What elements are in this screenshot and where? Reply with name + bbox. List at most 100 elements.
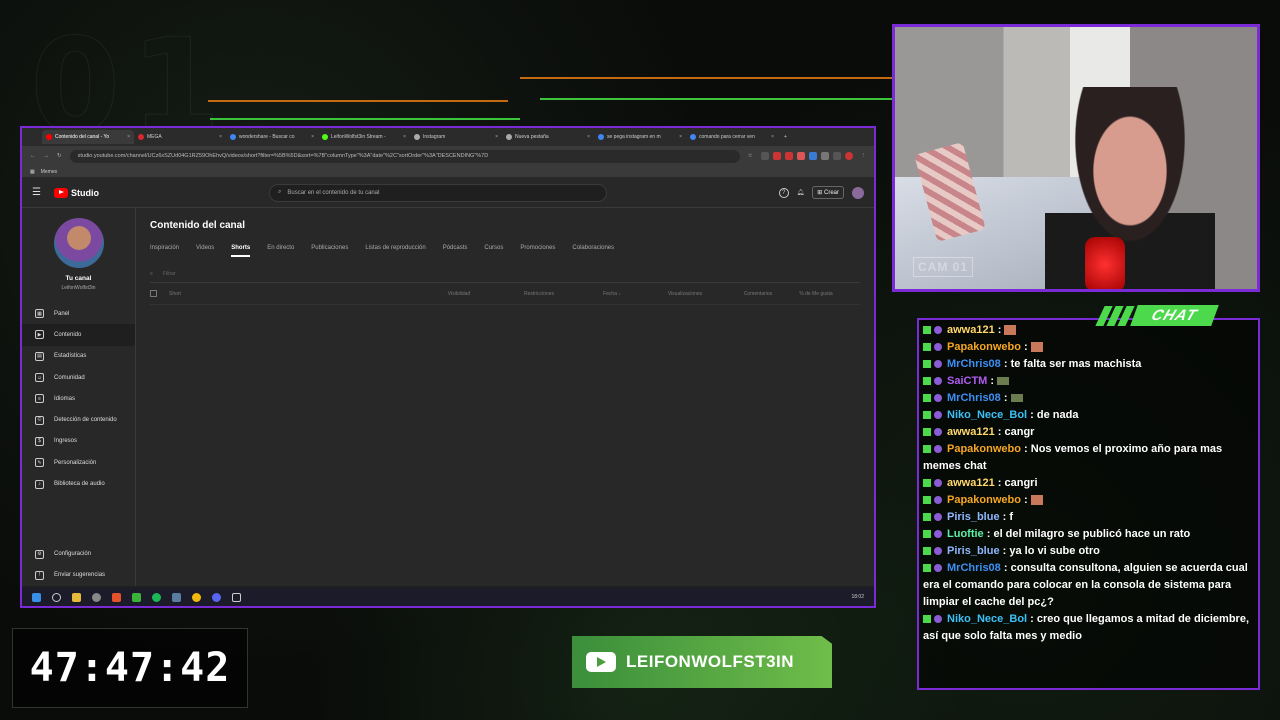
chat-username[interactable]: Papakonwebo — [947, 443, 1021, 455]
chat-username[interactable]: awwa121 — [947, 324, 995, 336]
chat-username[interactable]: Niko_Nece_Bol — [947, 409, 1027, 421]
browser-menu-icon[interactable]: ⋮ — [861, 153, 867, 159]
sidebar-item[interactable]: ✎ Personalización — [22, 452, 135, 473]
app-icon[interactable] — [232, 592, 241, 602]
back-icon[interactable]: ← — [30, 153, 36, 159]
sidebar-item[interactable]: ⚙ Configuración — [22, 543, 135, 564]
help-icon[interactable]: ? — [778, 187, 789, 198]
extension-icon[interactable] — [772, 152, 781, 160]
app-icon[interactable] — [132, 592, 141, 602]
browser-tab[interactable]: Nueva pestaña × — [502, 130, 594, 144]
close-tab-icon[interactable]: × — [127, 134, 130, 140]
chat-username[interactable]: Niko_Nece_Bol — [947, 613, 1027, 625]
account-avatar[interactable] — [852, 186, 864, 199]
chat-username[interactable]: Piris_blue — [947, 511, 1000, 523]
sidebar-item[interactable]: ▤ Estadísticas — [22, 346, 135, 367]
brave-icon[interactable] — [112, 592, 121, 602]
browser-tab[interactable]: LeifonWolfst3in Stream - × — [318, 130, 410, 144]
bookmark-item[interactable]: Memes — [41, 169, 57, 175]
file-explorer-icon[interactable] — [72, 592, 81, 602]
filter-icon[interactable]: ≡ — [150, 271, 153, 277]
forward-icon[interactable]: → — [44, 153, 50, 159]
content-tab[interactable]: En directo — [267, 245, 294, 257]
notifications-icon[interactable]: 🔔︎ — [797, 189, 805, 196]
chat-username[interactable]: SaiCTM — [947, 375, 987, 387]
search-icon[interactable] — [52, 592, 61, 602]
create-button[interactable]: ⊞ Crear — [812, 186, 844, 199]
steam-icon[interactable] — [172, 592, 181, 602]
column-header[interactable]: Fecha ↓ — [579, 291, 645, 297]
content-tab[interactable]: Promociones — [520, 245, 555, 257]
chat-username[interactable]: Papakonwebo — [947, 341, 1021, 353]
extension-icon[interactable] — [796, 152, 805, 160]
chat-username[interactable]: Papakonwebo — [947, 494, 1021, 506]
content-tab[interactable]: Publicaciones — [311, 245, 348, 257]
chat-username[interactable]: Luoftie — [947, 528, 984, 540]
search-input[interactable]: ⌕ Buscar en el contenido de tu canal — [269, 183, 607, 202]
bookmark-star-icon[interactable]: ☆ — [748, 153, 753, 159]
content-tab[interactable]: Colaboraciones — [572, 245, 614, 257]
url-field[interactable]: studio.youtube.com/channel/UCz6xSZUd04G1… — [69, 149, 740, 163]
sidebar-item-label: Ingresos — [54, 438, 78, 445]
close-tab-icon[interactable]: × — [771, 134, 774, 140]
chat-username[interactable]: awwa121 — [947, 426, 995, 438]
app-icon[interactable] — [92, 592, 101, 602]
filter-bar[interactable]: ≡ Filtrar — [150, 265, 860, 283]
apps-icon[interactable]: ▦ — [30, 169, 35, 175]
windows-start-icon[interactable] — [32, 592, 41, 602]
chat-username[interactable]: MrChris08 — [947, 358, 1001, 370]
sidebar-item[interactable]: ≡ Idiomas — [22, 388, 135, 409]
sidebar-item[interactable]: ▶ Contenido — [22, 324, 135, 346]
extension-icon[interactable] — [820, 152, 829, 160]
content-tab[interactable]: Inspiración — [150, 245, 179, 257]
column-header[interactable]: Short — [169, 291, 419, 297]
column-header[interactable]: Visualizaciones — [645, 291, 725, 297]
close-tab-icon[interactable]: × — [403, 134, 406, 140]
sidebar-item[interactable]: ▦ Panel — [22, 303, 135, 324]
browser-tab[interactable]: Contenido del canal - Yo × — [42, 130, 134, 144]
browser-tab[interactable]: se pega instagram en m × — [594, 130, 686, 144]
extension-icon[interactable] — [760, 152, 769, 160]
chat-username[interactable]: MrChris08 — [947, 562, 1001, 574]
reload-icon[interactable]: ↻ — [57, 153, 62, 159]
column-header[interactable]: % de Me gusta — [791, 291, 841, 297]
content-tab[interactable]: Listas de reproducción — [365, 245, 425, 257]
column-header[interactable]: Visibilidad — [419, 291, 499, 297]
close-tab-icon[interactable]: × — [495, 134, 498, 140]
chat-username[interactable]: Piris_blue — [947, 545, 1000, 557]
content-tab[interactable]: Videos — [196, 245, 214, 257]
extension-icon[interactable] — [784, 152, 793, 160]
content-tab[interactable]: Shorts — [231, 245, 251, 257]
content-tab[interactable]: Cursos — [484, 245, 503, 257]
sidebar-item[interactable]: $ Ingresos — [22, 431, 135, 452]
chrome-icon[interactable] — [192, 592, 201, 602]
browser-tab[interactable]: wondershare - Buscar co × — [226, 130, 318, 144]
hamburger-menu-icon[interactable]: ☰ — [32, 187, 48, 198]
new-tab-icon[interactable]: + — [784, 134, 787, 140]
close-tab-icon[interactable]: × — [587, 134, 590, 140]
select-all-checkbox[interactable] — [150, 290, 157, 297]
close-tab-icon[interactable]: × — [679, 134, 682, 140]
profile-icon[interactable] — [844, 152, 853, 160]
content-tab[interactable]: Pódcasts — [443, 245, 468, 257]
sidebar-item[interactable]: © Detección de contenido — [22, 409, 135, 430]
discord-icon[interactable] — [212, 592, 221, 602]
chat-username[interactable]: awwa121 — [947, 477, 995, 489]
chat-username[interactable]: MrChris08 — [947, 392, 1001, 404]
sidebar-item[interactable]: ! Enviar sugerencias — [22, 565, 135, 586]
channel-avatar[interactable] — [53, 218, 104, 268]
browser-tab[interactable]: MEGA × — [134, 130, 226, 144]
close-tab-icon[interactable]: × — [219, 134, 222, 140]
close-tab-icon[interactable]: × — [311, 134, 314, 140]
studio-logo[interactable]: Studio — [54, 187, 99, 198]
spotify-icon[interactable] — [152, 592, 161, 602]
column-header[interactable]: Restricciones — [499, 291, 579, 297]
browser-tab[interactable]: Instagram × — [410, 130, 502, 144]
extension-icon[interactable] — [832, 152, 841, 160]
browser-tab[interactable]: comando para cerrar ven × — [686, 130, 778, 144]
sidebar-item[interactable]: ☺ Comunidad — [22, 367, 135, 388]
extension-icon[interactable] — [808, 152, 817, 160]
sidebar-item[interactable]: ♪ Biblioteca de audio — [22, 473, 135, 494]
column-header[interactable]: Comentarios — [725, 291, 791, 297]
chat-message: Piris_blue : f — [923, 509, 1254, 526]
